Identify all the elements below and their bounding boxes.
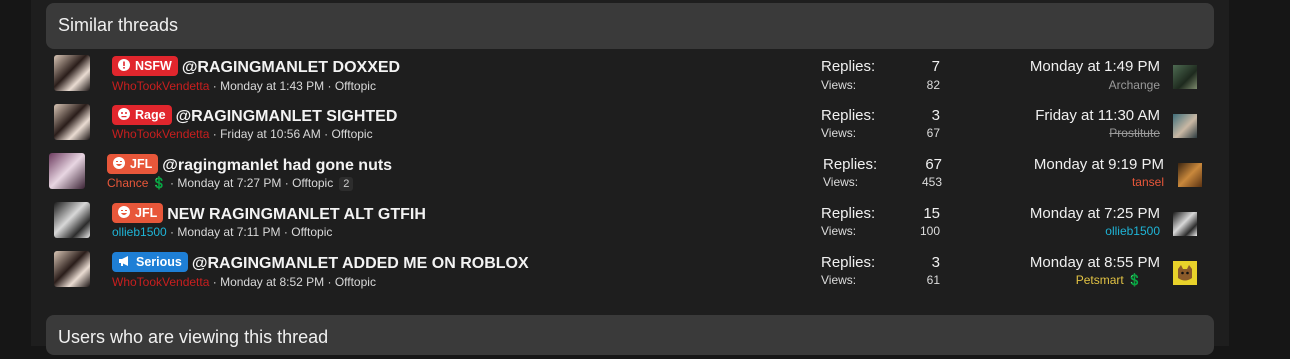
last-post-date[interactable]: Monday at 9:19 PM: [944, 156, 1164, 173]
similar-threads-title: Similar threads: [58, 15, 179, 35]
author-link[interactable]: ollieb1500: [112, 225, 167, 239]
author-avatar[interactable]: [54, 202, 90, 238]
thread-label[interactable]: JFL: [112, 203, 164, 223]
thread-label[interactable]: JFL: [107, 154, 159, 174]
replies-label: Replies:: [821, 58, 876, 75]
author-link[interactable]: Chance: [107, 176, 148, 190]
thread-meta: WhoTookVendetta · Monday at 1:43 PM · Of…: [112, 79, 376, 93]
views-label: Views:: [821, 273, 857, 287]
author-link[interactable]: WhoTookVendetta: [112, 79, 209, 93]
forum-link[interactable]: Offtopic: [335, 275, 376, 289]
thread-title-link[interactable]: JFL NEW RAGINGMANLET ALT GTFIH: [112, 203, 426, 224]
exclamation-icon: [118, 59, 130, 71]
replies-count: 3: [931, 107, 940, 124]
last-poster[interactable]: tansel: [944, 175, 1164, 189]
angry-face-icon: [118, 108, 130, 120]
thread-title-link[interactable]: Rage @RAGINGMANLET SIGHTED: [112, 105, 397, 126]
cat-icon: [1178, 265, 1192, 281]
author-avatar[interactable]: [54, 251, 90, 287]
similar-threads-header: Similar threads: [46, 3, 1214, 49]
forum-link[interactable]: Offtopic: [292, 176, 333, 190]
views-label: Views:: [821, 78, 857, 92]
thread-title-link[interactable]: Serious @RAGINGMANLET ADDED ME ON ROBLOX: [112, 252, 529, 273]
laugh-icon: [118, 206, 130, 218]
last-poster-avatar[interactable]: [1173, 65, 1197, 89]
views-label: Views:: [821, 224, 857, 238]
views-label: Views:: [823, 175, 859, 189]
replies-label: Replies:: [821, 205, 876, 222]
thread-date[interactable]: Monday at 1:43 PM: [220, 79, 324, 93]
viewing-users-header: Users who are viewing this thread: [46, 315, 1214, 355]
thread-meta: Chance 💲 · Monday at 7:27 PM · Offtopic 2: [107, 176, 354, 191]
replies-label: Replies:: [821, 107, 876, 124]
last-poster-avatar[interactable]: [1173, 261, 1197, 285]
author-link[interactable]: WhoTookVendetta: [112, 275, 209, 289]
replies-count: 7: [931, 58, 940, 75]
last-poster[interactable]: Archange: [940, 78, 1160, 92]
replies-label: Replies:: [821, 254, 876, 271]
last-poster[interactable]: Petsmart 💲: [922, 273, 1142, 287]
last-poster-avatar[interactable]: [1173, 114, 1197, 138]
thread-label[interactable]: Rage: [112, 105, 172, 125]
replies-count: 67: [925, 156, 942, 173]
views-count: 67: [926, 126, 940, 140]
thread-row: NSFW @RAGINGMANLET DOXXED WhoTookVendetta…: [46, 53, 1214, 102]
thread-label[interactable]: NSFW: [112, 56, 178, 76]
thread-meta: ollieb1500 · Monday at 7:11 PM · Offtopi…: [112, 225, 333, 239]
thread-date[interactable]: Friday at 10:56 AM: [220, 127, 321, 141]
thread-title-link[interactable]: NSFW @RAGINGMANLET DOXXED: [112, 56, 400, 77]
thread-date[interactable]: Monday at 8:52 PM: [220, 275, 324, 289]
replies-count: 15: [923, 205, 940, 222]
thread-meta: WhoTookVendetta · Friday at 10:56 AM · O…: [112, 127, 373, 141]
last-post-date[interactable]: Monday at 8:55 PM: [940, 254, 1160, 271]
forum-link[interactable]: Offtopic: [331, 127, 372, 141]
views-count: 453: [921, 175, 942, 189]
thread-row: Serious @RAGINGMANLET ADDED ME ON ROBLOX …: [46, 249, 1214, 298]
author-avatar[interactable]: [54, 104, 90, 140]
replies-label: Replies:: [823, 156, 878, 173]
megaphone-icon: [118, 253, 131, 266]
thread-row: JFL NEW RAGINGMANLET ALT GTFIH ollieb1500…: [46, 200, 1214, 249]
forum-link[interactable]: Offtopic: [291, 225, 332, 239]
last-poster[interactable]: ollieb1500: [940, 224, 1160, 238]
last-poster-avatar[interactable]: [1173, 212, 1197, 236]
last-poster[interactable]: Prostitute: [940, 126, 1160, 140]
thread-meta: WhoTookVendetta · Monday at 8:52 PM · Of…: [112, 275, 376, 289]
laugh-icon: [113, 157, 125, 169]
thread-date[interactable]: Monday at 7:27 PM: [177, 176, 281, 190]
views-count: 82: [926, 78, 940, 92]
viewing-users-title: Users who are viewing this thread: [58, 327, 329, 347]
author-avatar[interactable]: [49, 153, 85, 189]
forum-link[interactable]: Offtopic: [335, 79, 376, 93]
last-post-date[interactable]: Monday at 7:25 PM: [940, 205, 1160, 222]
replies-count: 3: [931, 254, 940, 271]
thread-date[interactable]: Monday at 7:11 PM: [177, 225, 280, 239]
page-link[interactable]: 2: [339, 177, 354, 191]
views-label: Views:: [821, 126, 857, 140]
author-avatar[interactable]: [54, 55, 90, 91]
dollar-badge-icon: 💲: [1127, 273, 1142, 287]
last-post-date[interactable]: Friday at 11:30 AM: [940, 107, 1160, 124]
thread-row: Rage @RAGINGMANLET SIGHTED WhoTookVendett…: [46, 102, 1214, 151]
thread-title-link[interactable]: JFL @ragingmanlet had gone nuts: [107, 154, 392, 175]
views-count: 100: [919, 224, 940, 238]
last-poster-avatar[interactable]: [1178, 163, 1202, 187]
author-link[interactable]: WhoTookVendetta: [112, 127, 209, 141]
dollar-badge-icon: 💲: [151, 176, 167, 190]
last-post-date[interactable]: Monday at 1:49 PM: [940, 58, 1160, 75]
thread-row: JFL @ragingmanlet had gone nuts Chance 💲 …: [46, 151, 1214, 200]
thread-label[interactable]: Serious: [112, 252, 188, 272]
